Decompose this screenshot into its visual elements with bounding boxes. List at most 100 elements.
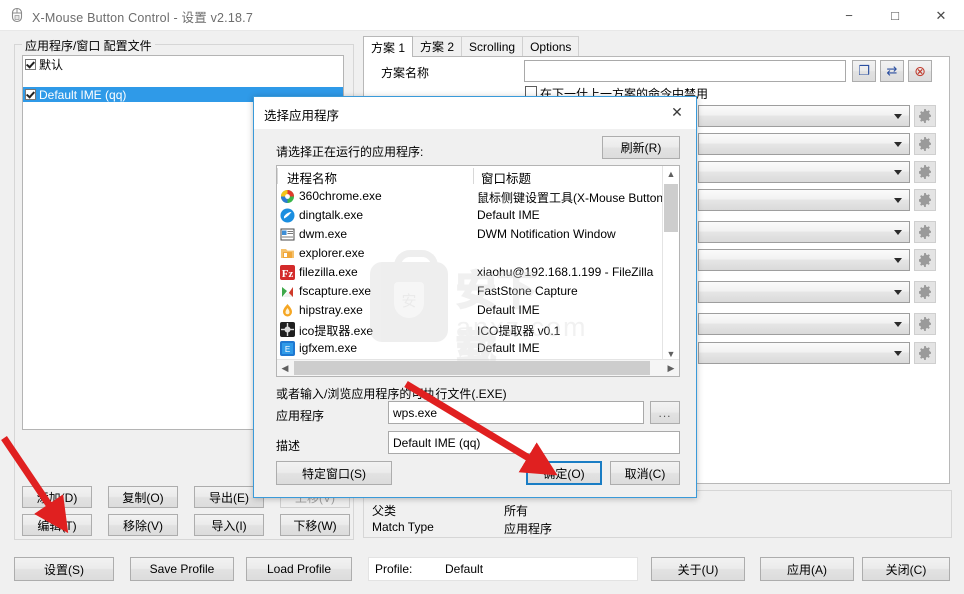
export-profile-label: 导出(E) — [209, 489, 249, 506]
binding-combo-1[interactable] — [698, 105, 910, 127]
tab-scrolling[interactable]: Scrolling — [461, 36, 523, 56]
binding-combo-2[interactable] — [698, 133, 910, 155]
app-icon: E — [280, 341, 295, 356]
dialog-title-bar: 选择应用程序 ✕ — [254, 97, 696, 129]
application-input[interactable]: wps.exe — [388, 401, 644, 424]
tab-options[interactable]: Options — [522, 36, 579, 56]
binding-combo-5[interactable] — [698, 221, 910, 243]
gear-icon — [918, 165, 932, 179]
save-profile-button[interactable]: Save Profile — [130, 557, 234, 581]
browse-button[interactable]: ... — [650, 401, 680, 424]
svg-text:E: E — [285, 345, 290, 354]
binding-gear-button-7[interactable] — [914, 281, 936, 303]
minimize-button[interactable]: − — [826, 0, 872, 30]
hscroll-thumb[interactable] — [294, 361, 650, 375]
binding-gear-button-2[interactable] — [914, 133, 936, 155]
maximize-button[interactable]: □ — [872, 0, 918, 30]
application-label: 应用程序 — [276, 407, 324, 424]
binding-combo-9[interactable] — [698, 342, 910, 364]
import-profile-button[interactable]: 导入(I) — [194, 514, 264, 536]
list-item[interactable]: 默认 — [23, 57, 343, 72]
copy-layer-button[interactable]: ❐ — [852, 60, 876, 82]
window-title: Default IME — [477, 303, 540, 317]
binding-combo-4[interactable] — [698, 189, 910, 211]
clear-layer-button[interactable]: ⊗ — [908, 60, 932, 82]
process-list-hscrollbar[interactable]: ◀ ▶ — [277, 359, 679, 376]
table-row[interactable]: fscapture.exe FastStone Capture — [277, 282, 679, 301]
refresh-button[interactable]: 刷新(R) — [602, 136, 680, 159]
profile-checkbox[interactable] — [25, 59, 36, 70]
ok-button[interactable]: 确定(O) — [526, 461, 602, 485]
app-icon — [280, 322, 295, 337]
gear-icon — [918, 109, 932, 123]
scroll-right-icon[interactable]: ▶ — [663, 360, 679, 376]
layer-name-label: 方案名称 — [381, 64, 429, 81]
description-input[interactable]: Default IME (qq) — [388, 431, 680, 454]
cancel-button[interactable]: 取消(C) — [610, 461, 680, 485]
tab-layer2[interactable]: 方案 2 — [412, 36, 462, 56]
table-row[interactable]: dingtalk.exe Default IME — [277, 206, 679, 225]
about-button[interactable]: 关于(U) — [651, 557, 745, 581]
add-profile-button[interactable]: 添加(D) — [22, 486, 92, 508]
binding-gear-button-8[interactable] — [914, 313, 936, 335]
edit-profile-button[interactable]: 编辑(T) — [22, 514, 92, 536]
binding-combo-7[interactable] — [698, 281, 910, 303]
app-window: X-Mouse Button Control - 设置 v2.18.7 − □ … — [0, 0, 964, 594]
binding-gear-button-3[interactable] — [914, 161, 936, 183]
load-profile-button[interactable]: Load Profile — [246, 557, 352, 581]
tab-layer1[interactable]: 方案 1 — [363, 36, 413, 57]
binding-combo-6[interactable] — [698, 249, 910, 271]
import-profile-label: 导入(I) — [211, 517, 246, 534]
process-name: ico提取器.exe — [299, 322, 373, 339]
vscroll-thumb[interactable] — [664, 184, 678, 232]
window-title: FastStone Capture — [477, 284, 578, 298]
table-row[interactable]: hipstray.exe Default IME — [277, 301, 679, 320]
binding-gear-button-4[interactable] — [914, 189, 936, 211]
profile-status-field: Profile: Default — [368, 557, 638, 581]
tabstrip: 方案 1 方案 2 Scrolling Options — [363, 36, 578, 56]
process-listview[interactable]: 进程名称 窗口标题 360chrome.exe 鼠标侧键设置工具(X-Mouse… — [276, 165, 680, 377]
title-bar: X-Mouse Button Control - 设置 v2.18.7 − □ … — [0, 0, 964, 31]
binding-gear-button-5[interactable] — [914, 221, 936, 243]
binding-gear-button-9[interactable] — [914, 342, 936, 364]
binding-gear-button-1[interactable] — [914, 105, 936, 127]
swap-layer-button[interactable]: ⇄ — [880, 60, 904, 82]
layer-name-input[interactable] — [524, 60, 846, 82]
binding-gear-button-6[interactable] — [914, 249, 936, 271]
profile-checkbox[interactable] — [25, 89, 36, 100]
profile-label: Default IME (qq) — [39, 88, 126, 102]
table-row[interactable]: E igfxem.exe Default IME — [277, 339, 679, 358]
scroll-up-icon[interactable]: ▲ — [663, 166, 679, 182]
binding-combo-8[interactable] — [698, 313, 910, 335]
window-title: DWM Notification Window — [477, 227, 616, 241]
specific-window-button[interactable]: 特定窗口(S) — [276, 461, 392, 485]
dialog-prompt: 请选择正在运行的应用程序: — [276, 143, 423, 160]
parent-class-value: 所有 — [504, 502, 528, 519]
close-button[interactable]: 关闭(C) — [862, 557, 950, 581]
move-down-button[interactable]: 下移(W) — [280, 514, 350, 536]
process-list-vscrollbar[interactable]: ▲ ▼ — [662, 166, 679, 362]
parent-class-label: 父类 — [372, 502, 396, 519]
copy-profile-button[interactable]: 复制(O) — [108, 486, 178, 508]
table-row[interactable]: Fz filezilla.exe xiaohu@192.168.1.199 - … — [277, 263, 679, 282]
gear-icon — [918, 346, 932, 360]
app-icon — [280, 303, 295, 318]
table-row[interactable]: dwm.exe DWM Notification Window — [277, 225, 679, 244]
process-name: fscapture.exe — [299, 284, 371, 298]
tab-options-label: Options — [530, 40, 571, 54]
table-row[interactable]: 360chrome.exe 鼠标侧键设置工具(X-Mouse Button — [277, 187, 679, 206]
scroll-left-icon[interactable]: ◀ — [277, 360, 293, 376]
app-icon: Fz — [280, 265, 295, 280]
dialog-close-button[interactable]: ✕ — [658, 97, 696, 128]
binding-combo-3[interactable] — [698, 161, 910, 183]
close-window-button[interactable]: ✕ — [918, 0, 964, 30]
process-name: 360chrome.exe — [299, 189, 382, 203]
apply-button[interactable]: 应用(A) — [760, 557, 854, 581]
chevron-down-icon — [894, 114, 902, 119]
svg-text:Fz: Fz — [282, 268, 294, 280]
remove-profile-button[interactable]: 移除(V) — [108, 514, 178, 536]
settings-button[interactable]: 设置(S) — [14, 557, 114, 581]
table-row[interactable]: ico提取器.exe ICO提取器 v0.1 — [277, 320, 679, 339]
table-row[interactable]: explorer.exe — [277, 244, 679, 263]
chevron-down-icon — [894, 198, 902, 203]
